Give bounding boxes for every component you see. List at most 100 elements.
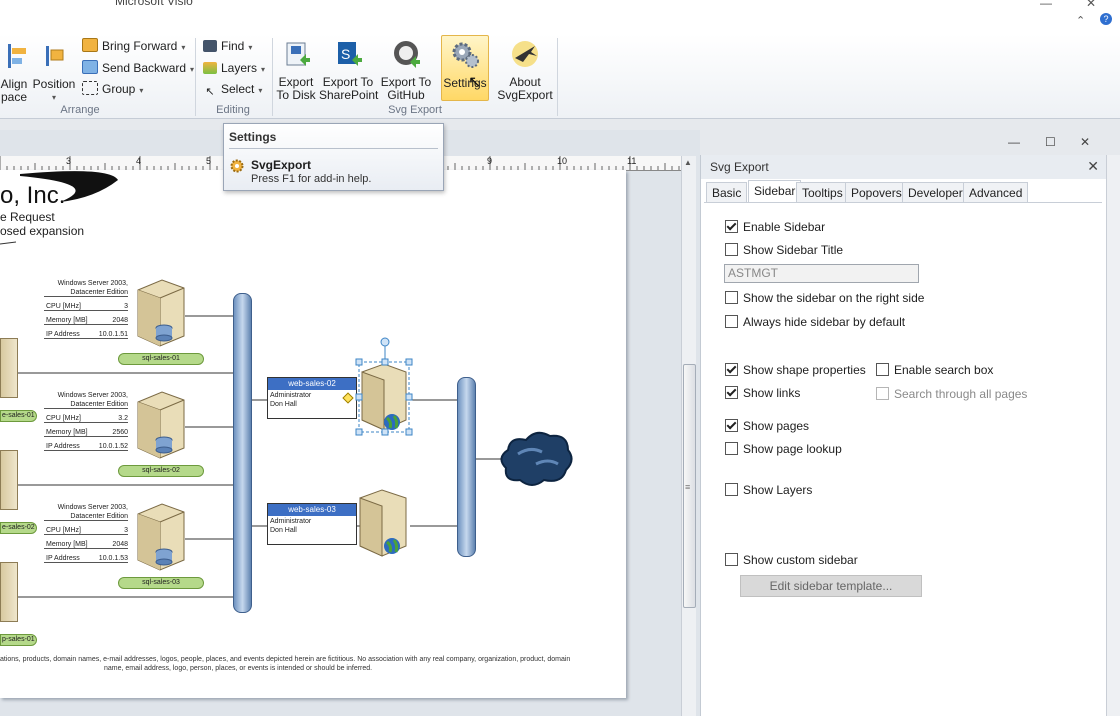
drawing-close-button[interactable]: ✕ — [1080, 135, 1090, 149]
show-links-label: Show links — [743, 386, 801, 400]
close-window-button[interactable]: ✕ — [1086, 0, 1096, 10]
send-backward-button[interactable]: Send Backward ▾ — [82, 58, 194, 78]
about-svgexport-button[interactable]: About SvgExport — [497, 38, 553, 102]
tooltip-addin-name: SvgExport — [251, 158, 312, 172]
panel-close-button[interactable]: ✕ — [1087, 158, 1099, 175]
select-button[interactable]: ↖ Select ▾ — [203, 79, 262, 99]
server-tag: e-sales-01 — [0, 410, 37, 422]
tab-popovers[interactable]: Popovers — [845, 182, 908, 203]
memory-value: 2048 — [44, 541, 128, 549]
selected-web-server-icon[interactable] — [354, 334, 416, 438]
arrange-group-label: Arrange — [60, 104, 100, 116]
layers-button[interactable]: Layers ▾ — [203, 58, 265, 78]
position-icon — [46, 46, 64, 66]
svg-export-group-label: Svg Export — [388, 104, 442, 116]
scroll-up-icon[interactable]: ▲ — [684, 158, 692, 167]
server-tag: e-sales-02 — [0, 522, 37, 534]
help-icon[interactable]: ? — [1100, 13, 1112, 25]
export-to-github-button[interactable]: Export To GitHub — [378, 38, 434, 102]
title-bar: Microsoft Visio — ✕ ⌃ ? — [0, 0, 1120, 34]
chevron-down-icon: ▾ — [261, 65, 266, 74]
bring-forward-button[interactable]: Bring Forward ▾ — [82, 36, 185, 56]
network-backbone-2[interactable] — [457, 377, 476, 557]
export-to-sharepoint-button[interactable]: S Export To SharePoint — [319, 38, 378, 102]
align-space-button[interactable]: Align pace — [0, 40, 32, 104]
panel-vertical-scrollbar[interactable] — [1106, 155, 1120, 716]
ruler-label: 11 — [627, 156, 637, 166]
server-shape[interactable] — [0, 562, 18, 622]
drawing-page[interactable]: o, Inc. e Request osed expansion e-sales… — [0, 170, 626, 698]
export-gh-label-2: GitHub — [387, 88, 425, 102]
memory-value: 2048 — [44, 317, 128, 325]
send-backward-icon — [82, 60, 98, 74]
ip-value: 10.0.1.52 — [44, 443, 128, 451]
export-to-disk-button[interactable]: Export To Disk — [274, 38, 318, 102]
web-server-card-2[interactable]: web-sales-03 Administrator Don Hall — [267, 503, 357, 545]
server-shape[interactable] — [0, 338, 18, 398]
enable-sidebar-checkbox[interactable]: Enable Sidebar — [725, 220, 825, 234]
binoculars-icon — [203, 40, 217, 52]
settings-tooltip: Settings SvgExport Press F1 for add-in h… — [223, 123, 444, 191]
tooltip-divider — [229, 148, 438, 149]
server-os-line-1: Windows Server 2003, — [57, 280, 128, 287]
server-shape[interactable] — [0, 450, 18, 510]
minimize-button[interactable]: — — [1040, 0, 1052, 10]
show-links-checkbox[interactable]: Show links — [725, 386, 800, 400]
space-label: pace — [0, 90, 28, 104]
server-os-line-2: Datacenter Edition — [44, 513, 128, 521]
server-tag: sql-sales-02 — [118, 465, 204, 477]
ribbon: Align pace Position ▾ Bring Forward ▾ Sen… — [0, 34, 1120, 119]
panel-title-bar: Svg Export ✕ — [701, 155, 1107, 179]
ribbon-collapse-button[interactable]: ⌃ — [1076, 14, 1085, 27]
editing-group-label: Editing — [216, 104, 250, 116]
tab-advanced[interactable]: Advanced — [963, 182, 1029, 203]
show-sidebar-title-checkbox[interactable]: Show Sidebar Title — [725, 243, 843, 257]
checkbox-icon — [725, 483, 738, 496]
drawing-minimize-button[interactable]: — — [1008, 135, 1020, 149]
web-server-icon[interactable] — [356, 486, 412, 562]
tooltip-title: Settings — [229, 130, 277, 144]
database-server-icon — [137, 279, 185, 347]
panel-title: Svg Export — [710, 160, 769, 174]
memory-value: 2560 — [44, 429, 128, 437]
plane-icon — [512, 41, 538, 67]
gear-icon — [230, 159, 244, 173]
tab-tooltips[interactable]: Tooltips — [796, 182, 849, 203]
ribbon-separator — [557, 38, 558, 116]
network-backbone[interactable] — [233, 293, 252, 613]
ip-value: 10.0.1.51 — [44, 331, 128, 339]
show-page-lookup-checkbox[interactable]: Show page lookup — [725, 442, 842, 456]
show-custom-sidebar-checkbox[interactable]: Show custom sidebar — [725, 553, 858, 567]
group-button[interactable]: Group ▾ — [82, 79, 143, 99]
checkbox-checked-icon — [725, 386, 738, 399]
always-hide-checkbox[interactable]: Always hide sidebar by default — [725, 315, 905, 329]
search-all-pages-checkbox: Search through all pages — [876, 387, 1027, 401]
show-pages-checkbox[interactable]: Show pages — [725, 419, 809, 433]
server-os-line-1: Windows Server 2003, — [57, 504, 128, 511]
show-layers-checkbox[interactable]: Show Layers — [725, 483, 812, 497]
ruler-label: 10 — [557, 156, 568, 166]
tab-basic[interactable]: Basic — [706, 182, 748, 203]
tab-divider — [704, 202, 1102, 203]
bring-forward-icon — [82, 38, 98, 52]
enable-search-checkbox[interactable]: Enable search box — [876, 363, 993, 377]
ruler-label: 4 — [136, 156, 142, 166]
drawing-restore-button[interactable]: ☐ — [1045, 135, 1056, 149]
settings-button[interactable]: Settings — [441, 35, 489, 101]
sidebar-title-input[interactable]: ASTMGT — [724, 264, 919, 283]
show-shape-properties-checkbox[interactable]: Show shape properties — [725, 363, 866, 377]
tab-developer[interactable]: Developer — [902, 182, 969, 203]
position-dropdown-icon: ▾ — [51, 93, 56, 102]
checkbox-icon — [725, 315, 738, 328]
export-disk-label-2: To Disk — [276, 88, 316, 102]
position-button[interactable]: Position ▾ — [32, 40, 76, 104]
drawing-vertical-scrollbar[interactable]: ▲ ≡ — [681, 156, 696, 716]
sidebar-right-checkbox[interactable]: Show the sidebar on the right side — [725, 291, 924, 305]
tab-sidebar[interactable]: Sidebar — [748, 180, 802, 203]
find-button[interactable]: Find ▾ — [203, 36, 252, 56]
enable-search-label: Enable search box — [894, 363, 994, 377]
cursor-icon: ↖ — [205, 86, 215, 98]
internet-cloud-icon[interactable] — [496, 428, 576, 490]
disk-export-icon — [286, 42, 310, 66]
checkbox-icon — [876, 363, 889, 376]
